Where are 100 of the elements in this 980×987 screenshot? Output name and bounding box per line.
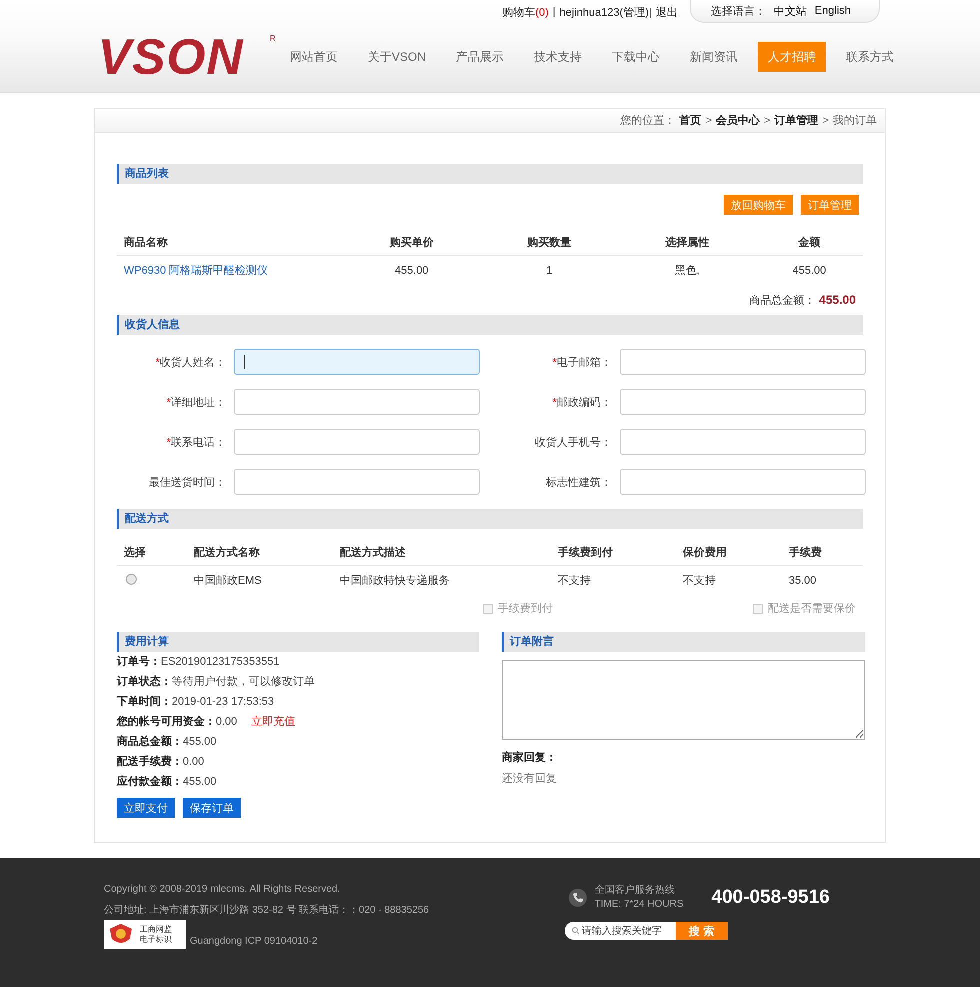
info-value: 0.00 — [183, 756, 204, 768]
search-button[interactable]: 搜 索 — [676, 922, 728, 940]
copyright-text: Copyright © 2008-2019 mlecms. All Rights Reserved. — [104, 884, 342, 895]
hotline-number: 400-058-9516 — [712, 887, 830, 909]
field-label: *电子邮箱： — [552, 356, 613, 370]
hotline-label: 全国客户服务热线 — [594, 884, 676, 898]
total-value: 455.00 — [819, 293, 856, 307]
column-header: 手续费到付 — [558, 546, 613, 558]
table-cell: 455.00 — [792, 264, 826, 276]
breadcrumb-link[interactable]: 首页 — [680, 113, 702, 128]
nav-tab[interactable]: 新闻资讯 — [680, 42, 748, 72]
nav-tab[interactable]: 关于VSON — [358, 42, 436, 72]
column-header: 选择 — [124, 546, 146, 558]
table-cell: 不支持 — [683, 575, 716, 587]
breadcrumb-link[interactable]: 我的订单 — [833, 113, 877, 128]
user-link[interactable]: hejinhua123(管理)| — [560, 4, 652, 20]
icp-text: Guangdong ICP 09104010-2 — [190, 936, 318, 949]
info-label: 配送手续费： — [117, 756, 183, 768]
license-badge[interactable]: 工商网监 电子标识 — [104, 920, 186, 949]
phone-icon — [568, 889, 587, 907]
nav-tab[interactable]: 产品展示 — [446, 42, 514, 72]
section-title: 费用计算 — [117, 632, 479, 652]
table-cell: 1 — [546, 264, 553, 276]
breadcrumb-separator: > — [706, 114, 712, 126]
language-link[interactable]: English — [814, 5, 851, 17]
radio-button[interactable] — [126, 574, 137, 584]
info-label: 订单号： — [117, 656, 161, 668]
table-cell: 黑色, — [674, 265, 700, 277]
reply-text: 还没有回复 — [502, 772, 558, 786]
column-header: 购买数量 — [528, 236, 572, 248]
section-title: 配送方式 — [117, 509, 863, 529]
column-header: 选择属性 — [665, 236, 710, 248]
column-header: 购买单价 — [390, 236, 434, 248]
checkbox[interactable] — [483, 604, 493, 614]
logout-link[interactable]: 退出 — [656, 4, 678, 20]
reply-label: 商家回复： — [502, 750, 558, 765]
field-label: *联系电话： — [166, 436, 227, 450]
field-label: 标志性建筑： — [545, 476, 613, 490]
table-cell: 455.00 — [395, 264, 429, 276]
column-header: 配送方式描述 — [340, 546, 406, 558]
breadcrumb-separator: > — [764, 114, 771, 126]
column-header: 配送方式名称 — [194, 546, 260, 558]
table-cell: 35.00 — [789, 574, 817, 586]
checkbox-label: 配送是否需要保价 — [768, 602, 856, 616]
table-cell: 中国邮政特快专递服务 — [340, 575, 450, 587]
nav-tab[interactable]: 下载中心 — [602, 42, 670, 72]
column-header: 保价费用 — [683, 546, 727, 558]
breadcrumb-link[interactable]: 订单管理 — [774, 113, 819, 128]
language-link[interactable]: 中文站 — [774, 4, 807, 18]
breadcrumb-label: 您的位置： — [620, 114, 676, 128]
recharge-link[interactable]: 立即充值 — [251, 716, 296, 728]
info-label: 商品总金额： — [117, 736, 183, 748]
info-value: 455.00 — [183, 736, 217, 748]
section-title: 订单附言 — [502, 632, 865, 652]
product-link[interactable]: WP6930 阿格瑞斯甲醛检测仪 — [124, 265, 268, 277]
nav-tab[interactable]: 网站首页 — [280, 42, 348, 72]
input-field[interactable] — [620, 389, 866, 415]
info-value: 等待用户付款，可以修改订单 — [172, 676, 315, 688]
input-field[interactable] — [234, 429, 480, 455]
field-label: *详细地址： — [166, 396, 227, 410]
cart-link[interactable]: 购物车(0) — [502, 4, 549, 20]
nav-tab[interactable]: 联系方式 — [836, 42, 904, 72]
input-field[interactable] — [620, 429, 866, 455]
checkbox-label: 手续费到付 — [498, 602, 553, 616]
input-field[interactable] — [234, 469, 480, 495]
column-header: 商品名称 — [124, 236, 168, 248]
registered-mark: R — [270, 34, 276, 43]
badge-text: 电子标识 — [140, 934, 172, 944]
info-value: 2019-01-23 17:53:53 — [172, 696, 274, 708]
input-field[interactable] — [234, 389, 480, 415]
badge-text: 工商网监 — [140, 924, 172, 934]
message-field[interactable] — [502, 660, 865, 740]
address-text: 公司地址: 上海市浦东新区川沙路 352-82 号 联系电话：：020 - 88835256 — [104, 904, 430, 917]
divider-text: | — [552, 6, 556, 18]
breadcrumb-separator: > — [822, 114, 829, 126]
info-value: 0.00 — [216, 716, 238, 728]
logo-text: VSON — [98, 29, 244, 85]
info-value: ES20190123175353551 — [161, 656, 280, 668]
column-header: 手续费 — [789, 546, 822, 558]
input-field[interactable] — [620, 469, 866, 495]
column-header: 金额 — [798, 236, 821, 248]
total-label: 商品总金额： — [749, 294, 816, 308]
field-label: *邮政编码： — [552, 396, 613, 410]
checkbox[interactable] — [753, 604, 763, 614]
info-label: 您的帐号可用资金： — [117, 716, 216, 728]
info-label: 订单状态： — [117, 676, 172, 688]
info-label: 下单时间： — [117, 696, 172, 708]
field-label: *收货人姓名： — [154, 356, 227, 370]
nav-tab[interactable]: 技术支持 — [524, 42, 592, 72]
field-label: 最佳送货时间： — [148, 476, 227, 490]
breadcrumb-link[interactable]: 会员中心 — [716, 113, 760, 128]
input-field[interactable] — [620, 349, 866, 375]
table-cell: 中国邮政EMS — [194, 575, 262, 587]
input-field[interactable] — [234, 349, 480, 375]
field-label: 收货人手机号： — [534, 436, 613, 450]
section-title: 商品列表 — [117, 164, 863, 184]
info-value: 455.00 — [183, 776, 217, 788]
action-button[interactable]: 立即支付 — [117, 798, 175, 818]
search-icon — [572, 926, 580, 936]
action-button[interactable]: 保存订单 — [183, 798, 241, 818]
